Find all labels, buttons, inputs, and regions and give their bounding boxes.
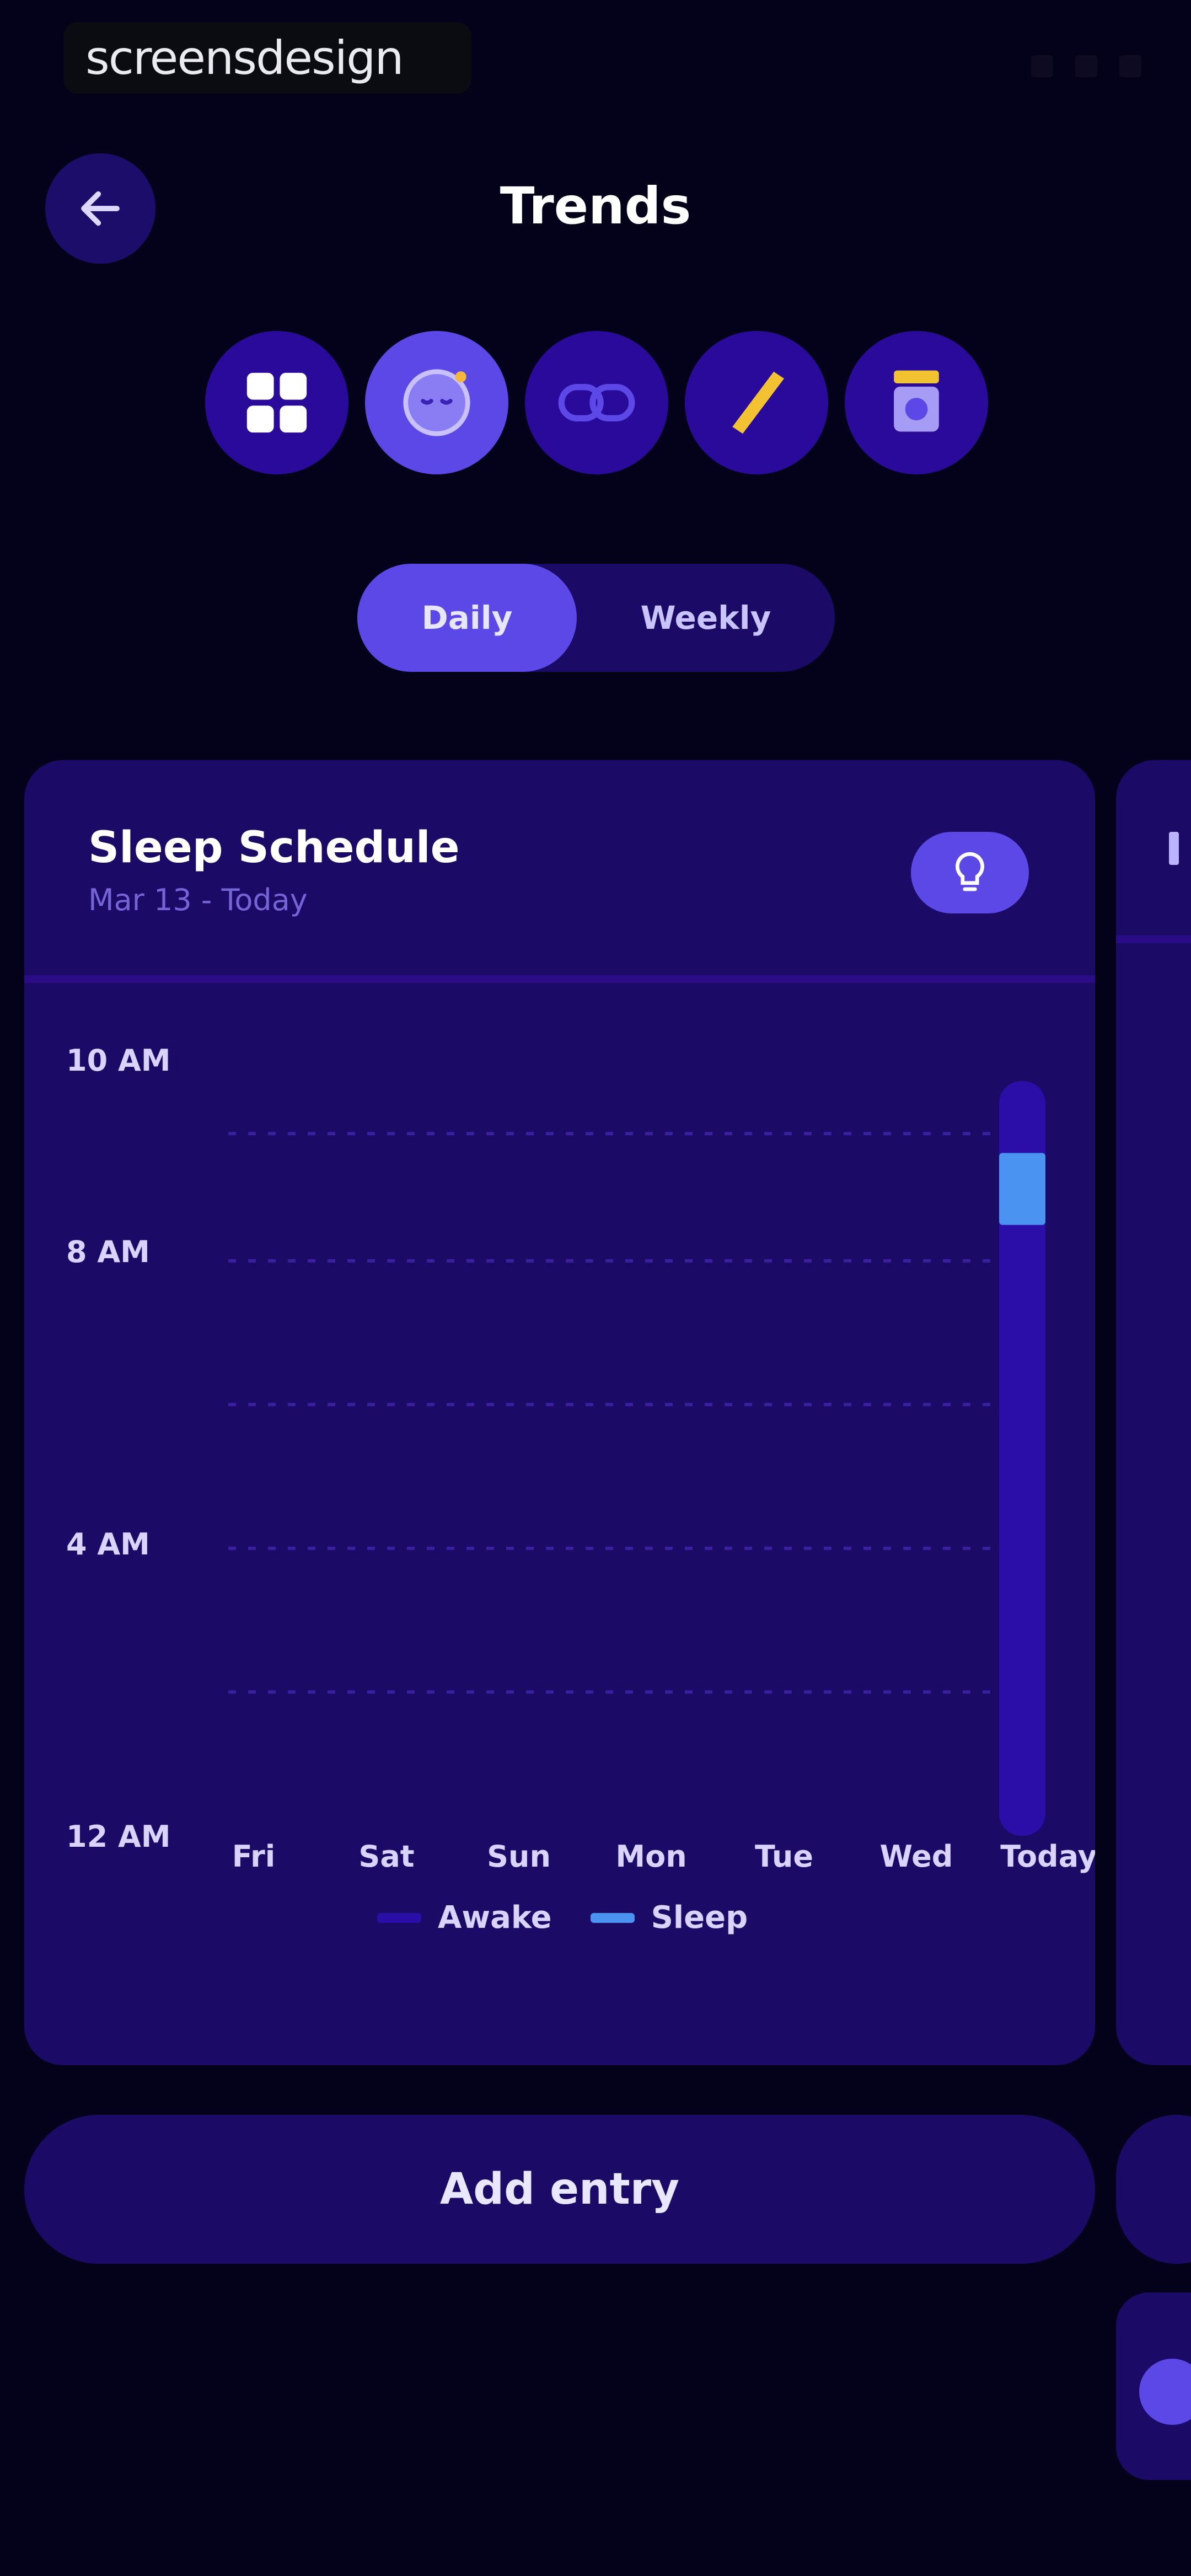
category-overview-button[interactable]: [205, 331, 348, 474]
next-card-button-preview[interactable]: [1116, 2115, 1191, 2264]
link-icon: [558, 384, 635, 421]
watermark-logo: screensdesign: [63, 22, 471, 94]
legend-swatch-awake: [377, 1912, 421, 1923]
x-tick-label: Today: [1000, 1839, 1095, 1874]
watermark-text: screensdesign: [85, 31, 404, 85]
next-card-divider: [1116, 936, 1191, 943]
category-selector: [205, 331, 988, 474]
x-tick-label: Tue: [755, 1839, 813, 1874]
x-tick-label: Wed: [879, 1839, 953, 1874]
bar-sleep-today[interactable]: [999, 1153, 1045, 1225]
sleep-schedule-card: Sleep Schedule Mar 13 - Today 10 AM 8 AM…: [24, 760, 1095, 2065]
legend-label-awake: Awake: [438, 1900, 552, 1936]
page-title: Trends: [500, 177, 691, 236]
battery-icon: [1119, 55, 1141, 77]
legend-swatch-sleep: [590, 1912, 635, 1923]
weekly-tab[interactable]: Weekly: [577, 564, 835, 672]
x-tick-label: Mon: [615, 1839, 687, 1874]
ruler-icon: [732, 371, 784, 434]
legend-label-sleep: Sleep: [651, 1900, 748, 1936]
wifi-icon: [1075, 55, 1097, 77]
x-tick-label: Sun: [487, 1839, 551, 1874]
sleep-moon-icon: [403, 369, 470, 436]
x-tick-label: Sat: [358, 1839, 415, 1874]
daily-tab[interactable]: Daily: [357, 564, 577, 672]
grid-icon: [246, 372, 307, 433]
chart-legend: Awake Sleep: [377, 1900, 748, 1936]
status-bar-icons: [1031, 55, 1141, 77]
next-card-title-fragment: [1169, 832, 1179, 865]
next-card-preview[interactable]: [1116, 760, 1191, 2065]
scale-icon: [894, 370, 939, 432]
period-segmented-control: Daily Weekly: [357, 564, 835, 672]
category-sleep-button[interactable]: [365, 331, 508, 474]
category-link-button[interactable]: [525, 331, 668, 474]
add-entry-button[interactable]: Add entry: [24, 2115, 1095, 2264]
category-weight-button[interactable]: [845, 331, 988, 474]
category-length-button[interactable]: [685, 331, 828, 474]
x-tick-label: Fri: [232, 1839, 276, 1874]
signal-icon: [1031, 55, 1053, 77]
